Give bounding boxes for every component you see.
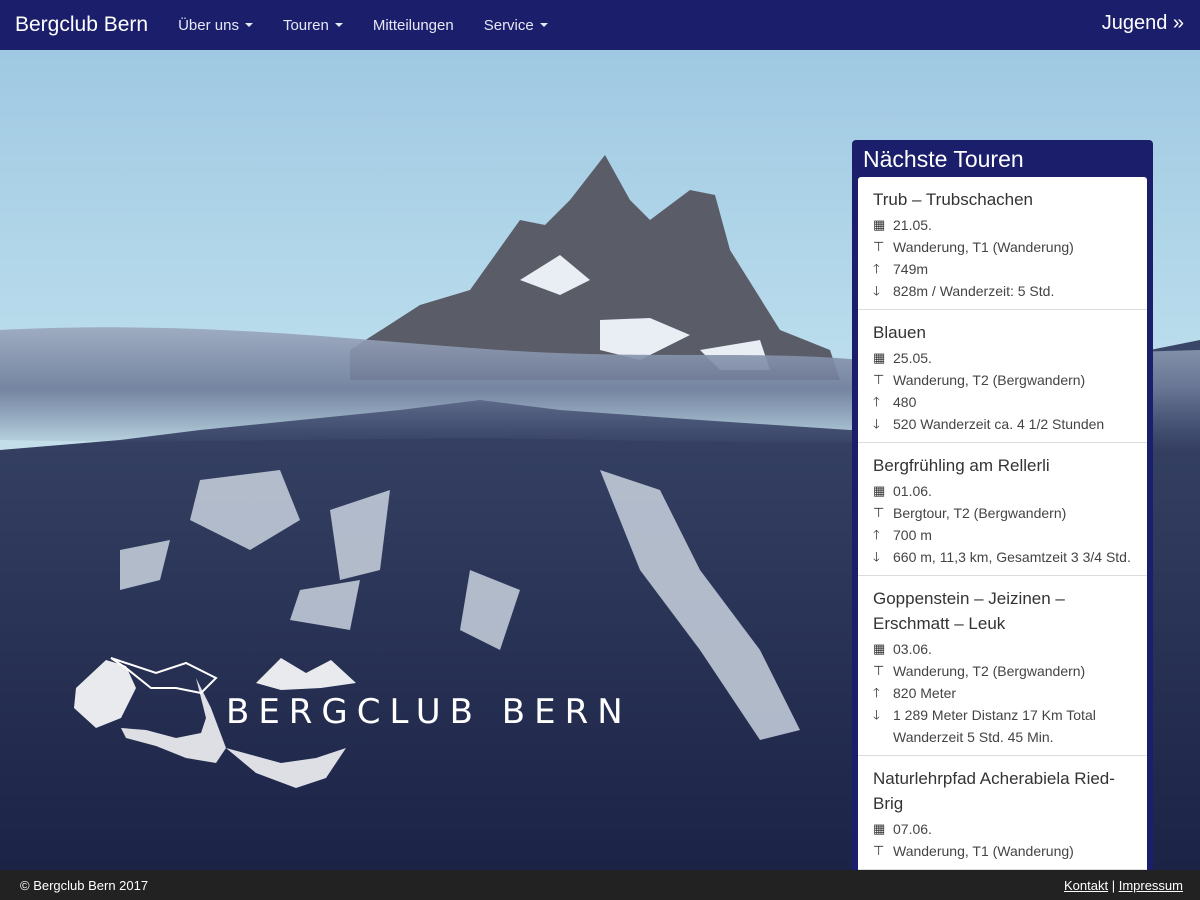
link-separator: | [1111, 878, 1116, 893]
tour-title[interactable]: Bergfrühling am Rellerli [873, 453, 1132, 478]
tour-item[interactable]: Blauen ▦ 25.05. ⊤ Wanderung, T2 (Bergwande… [858, 310, 1147, 443]
tour-title[interactable]: Trub – Trubschachen [873, 187, 1132, 212]
tour-date: 01.06. [893, 483, 932, 499]
tour-type: Wanderung, T2 (Bergwandern) [893, 372, 1086, 388]
upcoming-tours-panel: Nächste Touren Trub – Trubschachen ▦ 21.0… [852, 140, 1153, 870]
arrow-up-icon: 🡑 [873, 527, 880, 542]
tour-ascent: 820 Meter [893, 685, 957, 701]
nav-item-service[interactable]: Service [469, 17, 563, 34]
arrow-down-icon: 🡓 [873, 416, 880, 431]
nav-label: Touren [282, 16, 329, 34]
arrow-up-icon: 🡑 [873, 394, 880, 409]
signpost-icon: ⊤ [873, 239, 885, 254]
brand-link[interactable]: Bergclub Bern [15, 13, 148, 37]
tour-descent: 828m / Wanderzeit: 5 Std. [893, 283, 1055, 299]
kontakt-link[interactable]: Kontakt [1064, 878, 1108, 893]
jugend-link[interactable]: Jugend » [1102, 12, 1184, 35]
tour-type: Wanderung, T1 (Wanderung) [893, 843, 1074, 859]
tour-title[interactable]: Goppenstein – Jeizinen – Erschmatt – Leu… [873, 586, 1132, 636]
footer: © Bergclub Bern 2017 Kontakt | Impressum [0, 870, 1200, 900]
tour-date: 07.06. [893, 821, 932, 837]
tour-date: 03.06. [893, 641, 932, 657]
club-logo-text: BERGCLUB BERN [226, 692, 632, 732]
calendar-icon: ▦ [873, 483, 886, 498]
arrow-down-icon: 🡓 [873, 549, 880, 564]
caret-down-icon [539, 23, 548, 27]
tour-date: 25.05. [893, 350, 932, 366]
caret-down-icon [244, 23, 253, 27]
signpost-icon: ⊤ [873, 843, 885, 858]
tour-ascent: 749m [893, 261, 929, 277]
footer-links: Kontakt | Impressum [1064, 878, 1183, 893]
arrow-up-icon: 🡑 [873, 261, 880, 276]
nav-item-ueber-uns[interactable]: Über uns [163, 17, 268, 34]
tour-descent: 520 Wanderzeit ca. 4 1/2 Stunden [893, 416, 1105, 432]
tour-item[interactable]: Trub – Trubschachen ▦ 21.05. ⊤ Wanderung, … [858, 177, 1147, 310]
signpost-icon: ⊤ [873, 372, 885, 387]
calendar-icon: ▦ [873, 350, 886, 365]
tour-item[interactable]: Goppenstein – Jeizinen – Erschmatt – Leu… [858, 576, 1147, 756]
nav-item-mitteilungen[interactable]: Mitteilungen [358, 17, 469, 34]
tour-type: Wanderung, T1 (Wanderung) [893, 239, 1074, 255]
signpost-icon: ⊤ [873, 663, 885, 678]
tour-ascent: 700 m [893, 527, 932, 543]
nav-label: Über uns [178, 16, 239, 34]
tour-type: Wanderung, T2 (Bergwandern) [893, 663, 1086, 679]
calendar-icon: ▦ [873, 217, 886, 232]
tour-date: 21.05. [893, 217, 932, 233]
tour-item[interactable]: Bergfrühling am Rellerli ▦ 01.06. ⊤ Bergto… [858, 443, 1147, 576]
impressum-link[interactable]: Impressum [1119, 878, 1183, 893]
tour-title[interactable]: Naturlehrpfad Acherabiela Ried-Brig [873, 766, 1132, 816]
tour-list: Trub – Trubschachen ▦ 21.05. ⊤ Wanderung, … [858, 177, 1147, 870]
nav-label: Mitteilungen [372, 16, 454, 34]
calendar-icon: ▦ [873, 821, 886, 836]
tour-descent: 660 m, 11,3 km, Gesamtzeit 3 3/4 Std. [893, 549, 1131, 565]
calendar-icon: ▦ [873, 641, 886, 656]
tour-type: Bergtour, T2 (Bergwandern) [893, 505, 1067, 521]
tour-title[interactable]: Blauen [873, 320, 1132, 345]
tour-descent: 1 289 Meter Distanz 17 Km Total Wanderze… [893, 707, 1096, 745]
tour-ascent: 480 [893, 394, 917, 410]
copyright-text: © Bergclub Bern 2017 [20, 878, 149, 893]
caret-down-icon [334, 23, 343, 27]
arrow-down-icon: 🡓 [873, 283, 880, 298]
nav-label: Service [483, 16, 534, 34]
panel-title: Nächste Touren [863, 146, 1024, 172]
top-navbar: Bergclub Bern Über uns Touren Mitteilung… [0, 0, 1200, 50]
arrow-down-icon: 🡓 [873, 707, 880, 722]
signpost-icon: ⊤ [873, 505, 885, 520]
tour-item[interactable]: Naturlehrpfad Acherabiela Ried-Brig ▦ 07.… [858, 756, 1147, 870]
arrow-up-icon: 🡑 [873, 685, 880, 700]
nav-item-touren[interactable]: Touren [268, 17, 358, 34]
